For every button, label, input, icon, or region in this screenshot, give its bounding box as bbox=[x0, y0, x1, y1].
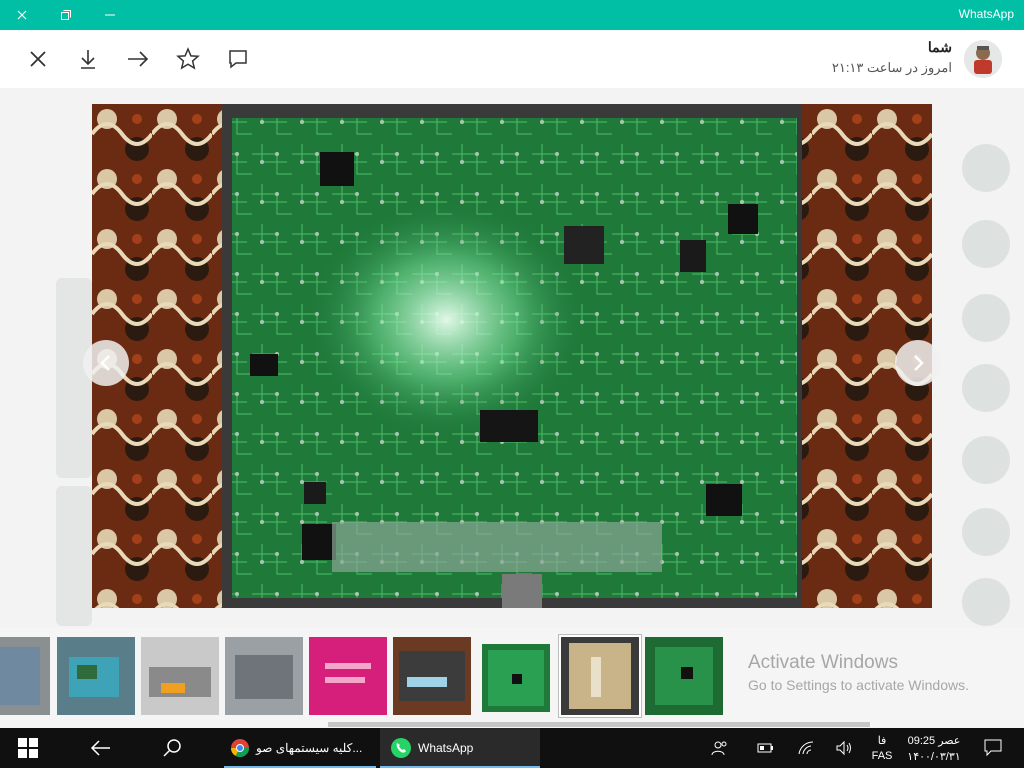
avatar[interactable] bbox=[964, 40, 1002, 78]
taskbar: کلیه سیستمهای صو... WhatsApp فا FAS 09:2… bbox=[0, 728, 1024, 768]
volume-button[interactable] bbox=[830, 728, 858, 768]
wifi-button[interactable] bbox=[792, 728, 820, 768]
next-image-button[interactable] bbox=[895, 340, 941, 386]
restore-window-button[interactable] bbox=[44, 0, 88, 30]
thumbnail[interactable] bbox=[645, 637, 723, 715]
title-bar: WhatsApp bbox=[0, 0, 1024, 30]
avatar-image bbox=[964, 40, 1002, 78]
message-time: امروز در ساعت ۲۱:۱۳ bbox=[831, 60, 952, 75]
forward-icon bbox=[128, 51, 149, 67]
reply-icon bbox=[229, 50, 247, 69]
chevron-right-icon bbox=[914, 355, 924, 371]
reply-button[interactable] bbox=[223, 44, 253, 74]
thumbnail[interactable] bbox=[225, 637, 303, 715]
chevron-left-icon bbox=[100, 355, 110, 371]
language-indicator[interactable]: فا FAS bbox=[866, 728, 898, 768]
whatsapp-tab-label: WhatsApp bbox=[418, 741, 474, 755]
taskbar-app-chrome[interactable]: کلیه سیستمهای صو... bbox=[224, 728, 376, 768]
forward-button[interactable] bbox=[123, 44, 153, 74]
media-viewer-header: شما امروز در ساعت ۲۱:۱۳ bbox=[0, 30, 1024, 88]
media-image bbox=[92, 104, 932, 608]
thumbnail[interactable] bbox=[482, 644, 550, 712]
back-arrow-icon bbox=[90, 740, 110, 756]
watermark-title: Activate Windows bbox=[748, 652, 898, 673]
chrome-icon bbox=[231, 739, 249, 758]
thumbnail[interactable] bbox=[57, 637, 135, 715]
download-icon bbox=[81, 50, 95, 69]
sender-name: شما bbox=[927, 39, 952, 55]
whatsapp-icon bbox=[391, 738, 411, 758]
search-button[interactable] bbox=[148, 728, 196, 768]
circuit-board-photo bbox=[92, 104, 932, 608]
battery-icon bbox=[757, 743, 773, 753]
thumbnail[interactable] bbox=[393, 637, 471, 715]
people-icon bbox=[711, 741, 727, 756]
horizontal-scrollbar[interactable] bbox=[328, 722, 870, 727]
windows-logo-icon bbox=[18, 738, 38, 758]
restore-icon bbox=[61, 10, 71, 20]
close-icon bbox=[17, 10, 27, 20]
language-code: FAS bbox=[871, 750, 893, 762]
watermark-subtitle: Go to Settings to activate Windows. bbox=[748, 677, 969, 693]
download-button[interactable] bbox=[73, 44, 103, 74]
search-icon bbox=[163, 739, 181, 757]
thumbnail[interactable] bbox=[141, 637, 219, 715]
clock[interactable]: 09:25 عصر ۱۴۰۰/۰۳/۳۱ bbox=[900, 728, 968, 768]
minimize-window-button[interactable] bbox=[88, 0, 132, 30]
thumbnail[interactable] bbox=[0, 637, 50, 715]
chrome-tab-label: کلیه سیستمهای صو... bbox=[256, 741, 363, 755]
taskbar-app-whatsapp[interactable]: WhatsApp bbox=[380, 728, 540, 768]
back-button[interactable] bbox=[76, 728, 124, 768]
thumbnail-strip: Activate Windows Go to Settings to activ… bbox=[0, 628, 1024, 728]
star-button[interactable] bbox=[173, 44, 203, 74]
wifi-icon bbox=[798, 741, 814, 755]
notification-icon bbox=[984, 739, 1002, 757]
language-short: فا bbox=[877, 735, 887, 747]
close-window-button[interactable] bbox=[0, 0, 44, 30]
battery-button[interactable] bbox=[752, 728, 780, 768]
close-icon bbox=[30, 51, 46, 67]
minimize-icon bbox=[105, 14, 115, 16]
clock-time: 09:25 عصر bbox=[907, 734, 961, 747]
thumbnail[interactable] bbox=[309, 637, 387, 715]
start-button[interactable] bbox=[0, 728, 56, 768]
previous-image-button[interactable] bbox=[83, 340, 129, 386]
window-title: WhatsApp bbox=[958, 7, 1014, 21]
clock-date: ۱۴۰۰/۰۳/۳۱ bbox=[907, 750, 961, 763]
speaker-icon bbox=[836, 740, 851, 756]
action-center-button[interactable] bbox=[978, 728, 1008, 768]
people-button[interactable] bbox=[706, 728, 734, 768]
thumbnail-selected[interactable] bbox=[559, 635, 641, 717]
close-viewer-button[interactable] bbox=[23, 44, 53, 74]
star-icon bbox=[176, 47, 200, 70]
activate-windows-watermark: Activate Windows Go to Settings to activ… bbox=[748, 652, 969, 693]
sender-info: شما امروز در ساعت ۲۱:۱۳ bbox=[832, 39, 952, 76]
